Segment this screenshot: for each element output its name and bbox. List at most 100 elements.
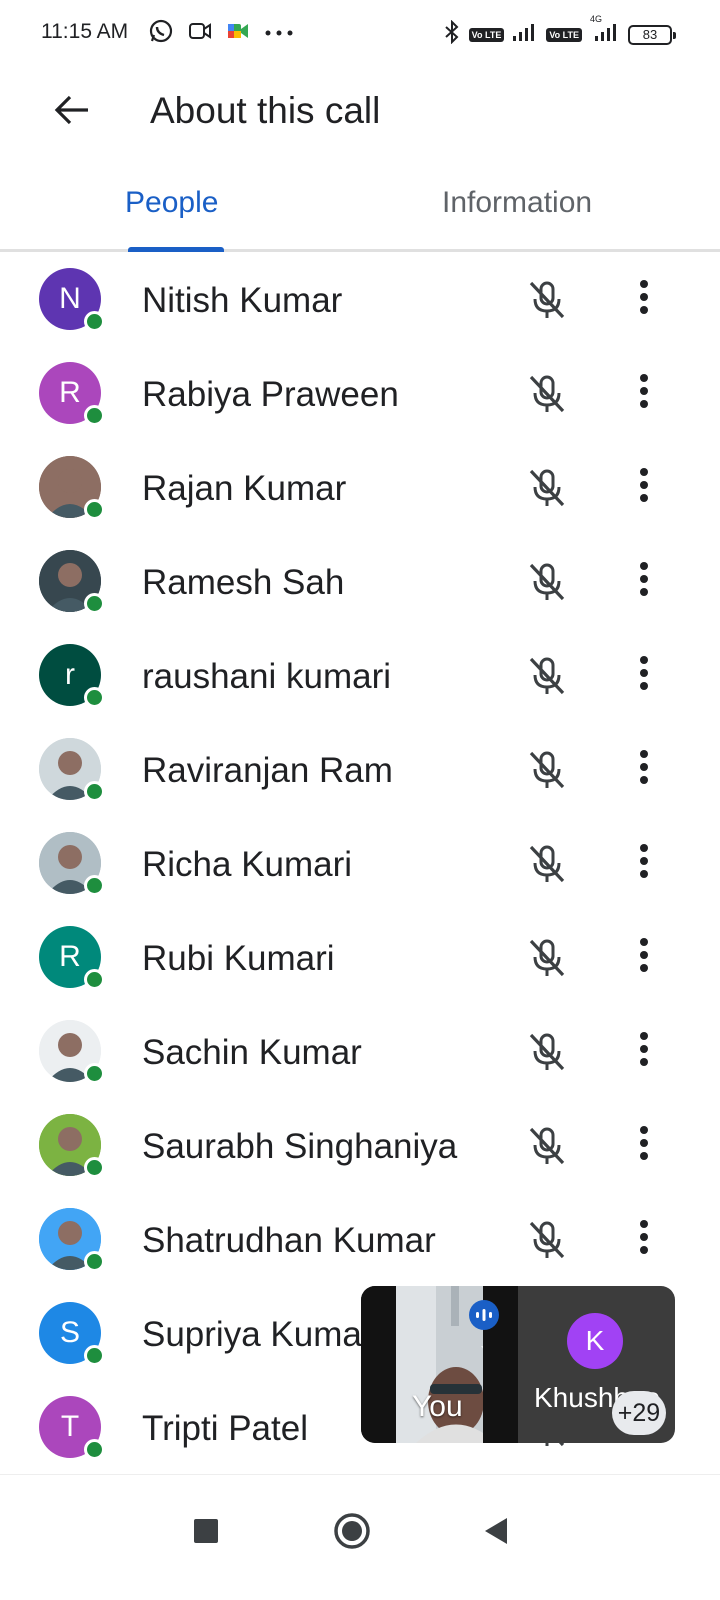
participant-name: raushani kumari [142, 657, 391, 696]
whatsapp-icon [148, 18, 174, 49]
more-vert-icon [639, 279, 649, 320]
home-circle-icon [333, 1512, 371, 1555]
recents-button[interactable] [176, 1503, 236, 1563]
online-status-dot [84, 875, 105, 896]
bluetooth-icon [443, 19, 461, 49]
mic-off-icon[interactable] [524, 277, 570, 323]
online-status-dot [84, 1157, 105, 1178]
page-title: About this call [150, 90, 381, 131]
online-status-dot [84, 405, 105, 426]
volte-badge: Vo LTE [468, 27, 505, 42]
more-vert-icon [639, 843, 649, 884]
system-nav-bar [0, 1474, 720, 1600]
mic-off-icon[interactable] [524, 1217, 570, 1263]
more-options-button[interactable] [622, 558, 666, 604]
back-triangle-icon [483, 1517, 509, 1550]
audio-level-icon [469, 1300, 499, 1330]
more-options-button[interactable] [622, 746, 666, 792]
self-view-tile[interactable]: You K Khushboo +29 [361, 1286, 675, 1443]
more-vert-icon [639, 1125, 649, 1166]
more-options-button[interactable] [622, 1216, 666, 1262]
tabs: People Information [0, 160, 720, 252]
participant-name: Rajan Kumar [142, 469, 347, 508]
more-options-button[interactable] [622, 464, 666, 510]
more-participants-count: +29 [612, 1391, 666, 1435]
online-status-dot [84, 1251, 105, 1272]
home-button[interactable] [322, 1503, 382, 1563]
you-video-left-band [361, 1286, 396, 1443]
online-status-dot [84, 499, 105, 520]
participant-row[interactable]: Saurabh Singhaniya [0, 1098, 720, 1192]
status-time: 11:15 AM [41, 20, 129, 43]
mic-off-icon[interactable] [524, 1029, 570, 1075]
video-camera-icon [188, 20, 212, 47]
signal-icon [512, 22, 538, 47]
battery-icon: 83 [628, 24, 676, 45]
mic-off-icon[interactable] [524, 371, 570, 417]
nav-back-button[interactable] [466, 1503, 526, 1563]
participant-row[interactable]: Rajan Kumar [0, 440, 720, 534]
more-options-button[interactable] [622, 934, 666, 980]
more-vert-icon [639, 937, 649, 978]
participant-name: Rubi Kumari [142, 939, 335, 978]
mic-off-icon[interactable] [524, 935, 570, 981]
recents-square-icon [193, 1518, 219, 1549]
participant-name: Tripti Patel [142, 1409, 308, 1448]
status-bar: 11:15 AM Vo LTE Vo LTE 4G 83 [0, 0, 720, 68]
more-options-button[interactable] [622, 276, 666, 322]
tab-people[interactable]: People [125, 186, 218, 220]
more-options-button[interactable] [622, 840, 666, 886]
mic-off-icon[interactable] [524, 559, 570, 605]
participant-avatar: K [567, 1313, 623, 1369]
participant-name: Rabiya Praween [142, 375, 399, 414]
mic-off-icon[interactable] [524, 465, 570, 511]
participant-row[interactable]: N Nitish Kumar [0, 252, 720, 346]
participant-row[interactable]: R Rabiya Praween [0, 346, 720, 440]
more-options-button[interactable] [622, 1122, 666, 1168]
participant-row[interactable]: Sachin Kumar [0, 1004, 720, 1098]
participant-row[interactable]: Ramesh Sah [0, 534, 720, 628]
arrow-back-icon [54, 94, 90, 131]
online-status-dot [84, 687, 105, 708]
more-vert-icon [639, 749, 649, 790]
more-vert-icon [639, 1031, 649, 1072]
mic-off-icon[interactable] [524, 747, 570, 793]
more-vert-icon [639, 373, 649, 414]
mic-off-icon[interactable] [524, 1123, 570, 1169]
participant-row[interactable]: Richa Kumari [0, 816, 720, 910]
volte-badge-2: Vo LTE [546, 27, 582, 42]
more-dots-icon [264, 25, 294, 43]
more-options-button[interactable] [622, 1028, 666, 1074]
online-status-dot [84, 781, 105, 802]
participant-name: Raviranjan Ram [142, 751, 393, 790]
online-status-dot [84, 969, 105, 990]
more-options-button[interactable] [622, 370, 666, 416]
more-vert-icon [639, 1219, 649, 1260]
mic-off-icon[interactable] [524, 841, 570, 887]
you-label: You [412, 1390, 463, 1423]
participant-row[interactable]: Shatrudhan Kumar [0, 1192, 720, 1286]
tab-information[interactable]: Information [442, 186, 592, 220]
more-options-button[interactable] [622, 652, 666, 698]
online-status-dot [84, 1345, 105, 1366]
mic-off-icon[interactable] [524, 653, 570, 699]
participant-name: Shatrudhan Kumar [142, 1221, 436, 1260]
participant-row[interactable]: r raushani kumari [0, 628, 720, 722]
participant-name: Richa Kumari [142, 845, 353, 884]
status-right-icons: Vo LTE Vo LTE 4G 83 [443, 14, 676, 49]
participant-row[interactable]: R Rubi Kumari [0, 910, 720, 1004]
online-status-dot [84, 1439, 105, 1460]
participant-name: Ramesh Sah [142, 563, 345, 602]
signal-4g-icon: 4G [590, 14, 620, 47]
participant-row[interactable]: Raviranjan Ram [0, 722, 720, 816]
meet-icon [226, 20, 250, 47]
participant-name: Supriya Kumari [142, 1315, 382, 1354]
more-vert-icon [639, 467, 649, 508]
network-type-label: 4G [590, 14, 603, 24]
online-status-dot [84, 311, 105, 332]
app-bar: About this call [0, 68, 720, 160]
more-vert-icon [639, 655, 649, 696]
more-vert-icon [639, 561, 649, 602]
back-button[interactable] [46, 86, 98, 138]
participant-name: Saurabh Singhaniya [142, 1127, 458, 1166]
